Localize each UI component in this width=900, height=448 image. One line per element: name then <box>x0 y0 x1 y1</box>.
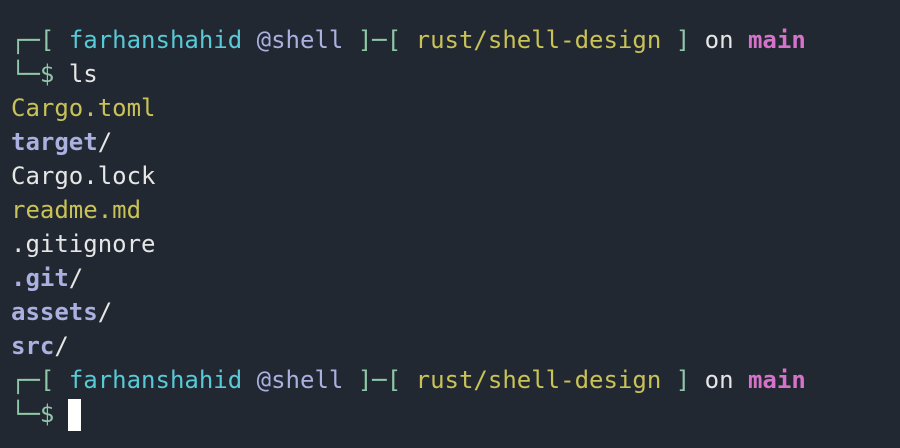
prompt-corner: └─$ <box>11 60 55 88</box>
prompt-box-open: ┌─[ <box>11 366 55 394</box>
dir-slash: / <box>68 264 84 292</box>
command-text: ls <box>68 60 98 88</box>
prompt-on: on <box>704 26 734 54</box>
dir-slash: / <box>54 332 69 360</box>
prompt-branch: main <box>747 26 806 54</box>
prompt-host: @shell <box>256 366 344 394</box>
dir-slash: / <box>97 298 113 326</box>
prompt-corner: └─$ <box>11 400 55 428</box>
list-item: src/ <box>11 329 69 363</box>
prompt-path: rust/shell-design <box>415 366 662 394</box>
list-item: .git/ <box>11 261 83 295</box>
list-item: Cargo.lock <box>11 159 156 193</box>
terminal-window[interactable]: ┌─[ farhanshahid @shell ]─[ rust/shell-d… <box>0 0 900 448</box>
dir-name: .git <box>11 264 69 292</box>
prompt-user: farhanshahid <box>68 366 243 394</box>
dir-name: src <box>11 332 55 360</box>
prompt-path: rust/shell-design <box>415 26 662 54</box>
prompt-header: ┌─[ farhanshahid @shell ]─[ rust/shell-d… <box>11 363 806 397</box>
prompt-box-mid: ]─[ <box>357 366 402 394</box>
prompt-input-line[interactable]: └─$ <box>11 397 82 431</box>
dir-name: assets <box>11 298 98 326</box>
list-item: assets/ <box>11 295 112 329</box>
list-item: .gitignore <box>11 227 156 261</box>
prompt-branch: main <box>747 366 806 394</box>
text-cursor[interactable] <box>68 399 82 431</box>
prompt-box-open: ┌─[ <box>11 26 55 54</box>
prompt-host: @shell <box>256 26 344 54</box>
file-name: Cargo.toml <box>11 94 156 122</box>
dir-slash: / <box>97 128 113 156</box>
list-item: target/ <box>11 125 112 159</box>
prompt-box-close: ] <box>675 366 691 394</box>
list-item: readme.md <box>11 193 141 227</box>
file-name: Cargo.lock <box>11 162 156 190</box>
dir-name: target <box>11 128 98 156</box>
prompt-on: on <box>704 366 734 394</box>
prompt-box-close: ] <box>675 26 691 54</box>
prompt-box-mid: ]─[ <box>357 26 402 54</box>
prompt-user: farhanshahid <box>68 26 243 54</box>
prompt-header: ┌─[ farhanshahid @shell ]─[ rust/shell-d… <box>11 23 806 57</box>
prompt-command-line: └─$ ls <box>11 57 98 91</box>
file-name: .gitignore <box>11 230 156 258</box>
list-item: Cargo.toml <box>11 91 156 125</box>
file-name: readme.md <box>11 196 142 224</box>
